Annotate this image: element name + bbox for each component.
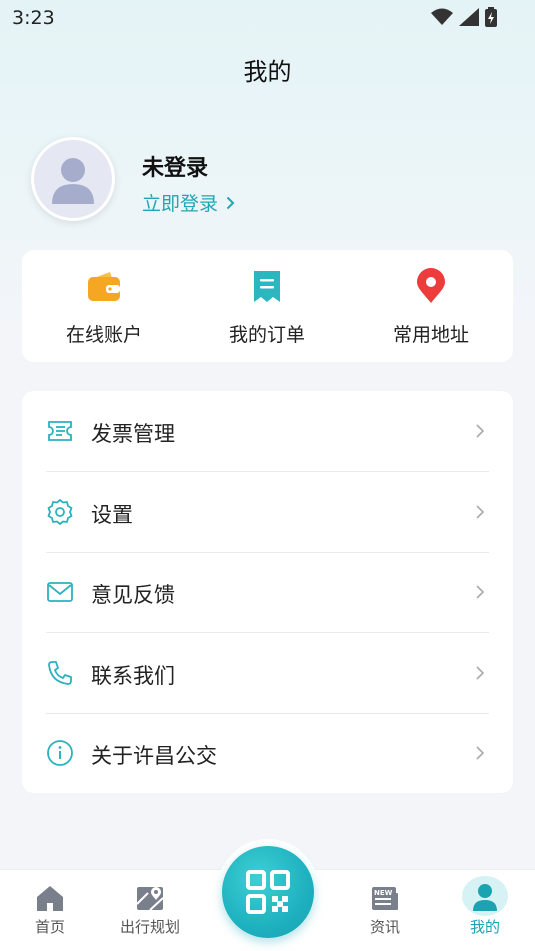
- tab-mine[interactable]: 我的: [435, 870, 535, 951]
- chevron-right-icon: [476, 505, 485, 519]
- login-link-label: 立即登录: [142, 193, 219, 215]
- info-icon: [47, 740, 73, 766]
- chevron-right-icon: [476, 746, 485, 760]
- quick-action-label: 我的订单: [228, 324, 305, 346]
- ticket-icon: [48, 421, 72, 441]
- menu-item-label: 关于许昌公交: [91, 744, 217, 768]
- menu-item-settings[interactable]: 设置: [22, 472, 513, 552]
- user-name: 未登录: [142, 156, 209, 181]
- home-icon: [37, 886, 63, 911]
- menu-item-feedback[interactable]: 意见反馈: [22, 552, 513, 632]
- user-placeholder-icon: [52, 158, 94, 204]
- tab-home[interactable]: 首页: [0, 870, 100, 951]
- signal-icon: [459, 8, 479, 26]
- battery-icon: [485, 7, 497, 27]
- chevron-right-icon: [476, 424, 485, 438]
- chevron-right-icon: [226, 196, 235, 209]
- tab-news[interactable]: NEW 资讯: [335, 870, 435, 951]
- quick-action-label: 常用地址: [392, 324, 469, 346]
- menu-item-invoice[interactable]: 发票管理: [22, 391, 513, 471]
- gear-icon: [47, 499, 73, 525]
- tab-label: 首页: [34, 918, 65, 936]
- quick-action-label: 在线账户: [65, 324, 142, 346]
- quick-action-common-address[interactable]: 常用地址: [349, 250, 513, 362]
- news-icon: NEW: [372, 887, 398, 910]
- tab-label: 出行规划: [119, 918, 180, 936]
- status-bar: 3:23: [0, 0, 535, 36]
- svg-text:NEW: NEW: [374, 889, 393, 897]
- menu-item-label: 发票管理: [91, 422, 175, 446]
- menu-item-label: 联系我们: [91, 664, 175, 688]
- quick-actions-card: 在线账户 我的订单 常用地址: [22, 250, 513, 362]
- qr-code-icon: [246, 870, 290, 914]
- menu-item-contact-us[interactable]: 联系我们: [22, 633, 513, 713]
- wifi-icon: [431, 8, 453, 25]
- chevron-right-icon: [476, 666, 485, 680]
- mail-icon: [47, 582, 73, 602]
- tab-label: 我的: [469, 918, 500, 936]
- login-link[interactable]: 立即登录: [142, 189, 235, 216]
- wallet-icon: [88, 272, 120, 301]
- quick-action-online-account[interactable]: 在线账户: [22, 250, 186, 362]
- tab-trip-planning[interactable]: 出行规划: [100, 870, 200, 951]
- chevron-right-icon: [476, 585, 485, 599]
- menu-item-about[interactable]: 关于许昌公交: [22, 713, 513, 793]
- map-icon: [136, 887, 164, 911]
- quick-action-my-orders[interactable]: 我的订单: [185, 250, 349, 362]
- menu-card: 发票管理 设置 意见反馈 联系我们 关于许昌公交: [22, 391, 513, 793]
- person-icon: [462, 876, 508, 916]
- tab-label: 资讯: [369, 918, 400, 936]
- location-pin-icon: [417, 268, 445, 303]
- menu-item-label: 意见反馈: [91, 583, 175, 607]
- receipt-icon: [254, 271, 280, 302]
- status-icons: [431, 7, 497, 27]
- phone-icon: [48, 661, 72, 685]
- status-time: 3:23: [12, 7, 55, 29]
- page-title: 我的: [243, 58, 292, 86]
- avatar[interactable]: [31, 137, 115, 221]
- menu-item-label: 设置: [91, 503, 133, 527]
- scan-qr-button[interactable]: [222, 846, 314, 938]
